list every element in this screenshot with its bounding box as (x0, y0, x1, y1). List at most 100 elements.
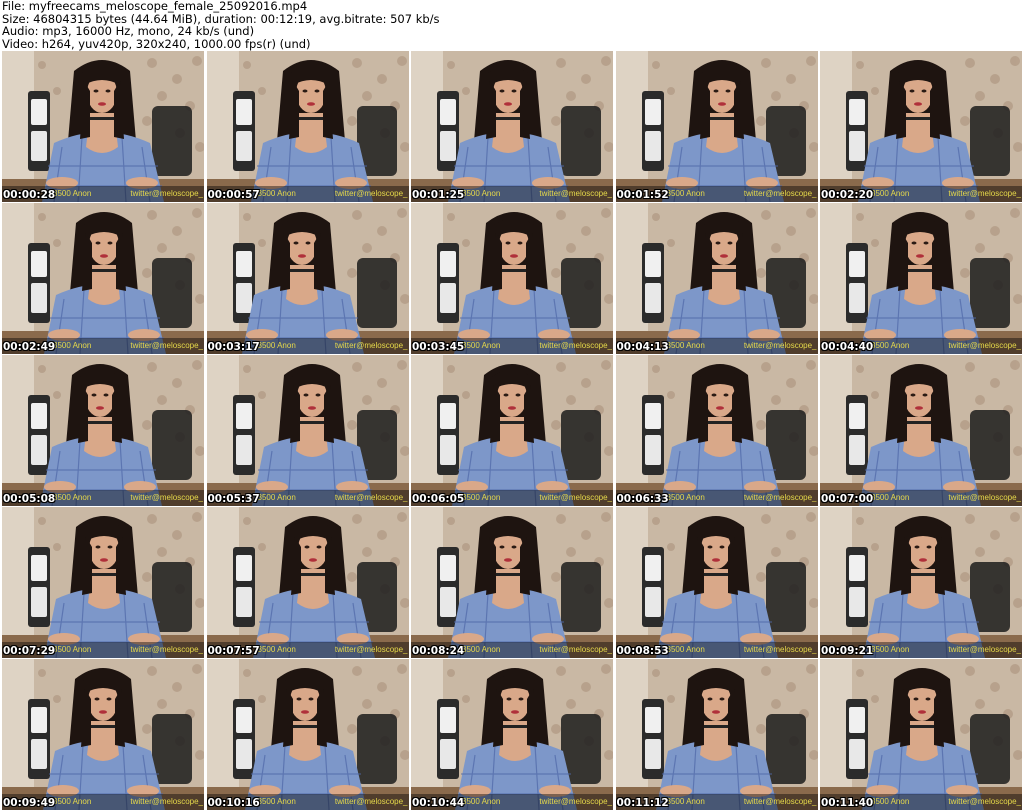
video-frame-image (615, 507, 818, 658)
viewer-count-text: 3500 Anon (53, 341, 92, 350)
viewer-count-text: 3500 Anon (871, 189, 910, 198)
watermark-text: twitter@meloscope_ (130, 797, 203, 806)
watermark-text: twitter@meloscope_ (539, 189, 612, 198)
video-thumbnail: 3500 Anon twitter@meloscope_ 00:08:53 (615, 507, 818, 658)
video-frame-image (411, 659, 613, 810)
video-frame-image (206, 659, 409, 810)
viewer-count-text: 3500 Anon (871, 493, 910, 502)
video-frame-image (820, 659, 1022, 810)
video-thumbnail: 3500 Anon twitter@meloscope_ 00:04:40 (820, 203, 1022, 354)
watermark-text: twitter@meloscope_ (743, 645, 817, 654)
video-thumbnail: 3500 Anon twitter@meloscope_ 00:00:57 (206, 51, 409, 202)
watermark-text: twitter@meloscope_ (948, 797, 1021, 806)
video-thumbnail: 3500 Anon twitter@meloscope_ 00:04:13 (615, 203, 818, 354)
viewer-count-text: 3500 Anon (666, 645, 705, 654)
viewer-count-text: 3500 Anon (53, 493, 92, 502)
watermark-text: twitter@meloscope_ (130, 341, 203, 350)
video-frame-image (2, 51, 204, 202)
video-frame-image (615, 203, 818, 354)
thumbnail-timestamp: 00:07:00 (821, 493, 874, 505)
video-frame-image (206, 203, 409, 354)
thumbnail-timestamp: 00:00:28 (3, 189, 56, 201)
thumbnail-timestamp: 00:11:40 (821, 797, 874, 809)
thumbnail-timestamp: 00:11:12 (616, 797, 669, 809)
viewer-count-text: 3500 Anon (462, 189, 501, 198)
video-frame-image (206, 51, 409, 202)
video-thumbnail: 3500 Anon twitter@meloscope_ 00:03:45 (411, 203, 613, 354)
viewer-count-text: 3500 Anon (462, 493, 501, 502)
video-frame-image (820, 51, 1022, 202)
video-thumbnail: 3500 Anon twitter@meloscope_ 00:11:12 (615, 659, 818, 810)
watermark-text: twitter@meloscope_ (743, 797, 817, 806)
thumbnail-timestamp: 00:04:40 (821, 341, 874, 353)
viewer-count-text: 3500 Anon (666, 797, 705, 806)
watermark-text: twitter@meloscope_ (539, 645, 612, 654)
video-frame-image (411, 507, 613, 658)
video-frame-image (820, 355, 1022, 506)
file-name-line: File: myfreecams_meloscope_female_250920… (2, 0, 308, 13)
thumbnail-timestamp: 00:08:24 (412, 645, 465, 657)
viewer-count-text: 3500 Anon (257, 645, 296, 654)
thumbnail-timestamp: 00:01:52 (616, 189, 669, 201)
watermark-text: twitter@meloscope_ (743, 493, 817, 502)
watermark-text: twitter@meloscope_ (539, 797, 612, 806)
viewer-count-text: 3500 Anon (53, 797, 92, 806)
thumbnail-timestamp: 00:09:21 (821, 645, 874, 657)
video-thumbnail: 3500 Anon twitter@meloscope_ 00:09:49 (2, 659, 204, 810)
thumbnail-timestamp: 00:02:49 (3, 341, 56, 353)
watermark-text: twitter@meloscope_ (334, 797, 408, 806)
thumbnail-grid: 3500 Anon twitter@meloscope_ 00:00:28 3500 … (2, 51, 1022, 811)
file-info-header: File: myfreecams_meloscope_female_250920… (2, 0, 1022, 50)
audio-info-line: Audio: mp3, 16000 Hz, mono, 24 kb/s (und… (2, 24, 255, 38)
thumbnail-timestamp: 00:04:13 (616, 341, 669, 353)
thumbnail-timestamp: 00:07:29 (3, 645, 56, 657)
viewer-count-text: 3500 Anon (53, 645, 92, 654)
video-frame-image (2, 355, 204, 506)
viewer-count-text: 3500 Anon (257, 493, 296, 502)
thumbnail-timestamp: 00:03:17 (207, 341, 260, 353)
viewer-count-text: 3500 Anon (666, 341, 705, 350)
video-thumbnail: 3500 Anon twitter@meloscope_ 00:09:21 (820, 507, 1022, 658)
video-frame-image (411, 51, 613, 202)
viewer-count-text: 3500 Anon (257, 797, 296, 806)
watermark-text: twitter@meloscope_ (130, 493, 203, 502)
video-thumbnail: 3500 Anon twitter@meloscope_ 00:06:33 (615, 355, 818, 506)
video-frame-image (411, 355, 613, 506)
viewer-count-text: 3500 Anon (462, 797, 501, 806)
thumbnail-timestamp: 00:10:16 (207, 797, 260, 809)
video-frame-image (820, 507, 1022, 658)
video-thumbnail: 3500 Anon twitter@meloscope_ 00:07:00 (820, 355, 1022, 506)
watermark-text: twitter@meloscope_ (743, 341, 817, 350)
thumbnail-timestamp: 00:09:49 (3, 797, 56, 809)
viewer-count-text: 3500 Anon (257, 189, 296, 198)
thumbnail-timestamp: 00:06:33 (616, 493, 669, 505)
thumbnail-timestamp: 00:05:37 (207, 493, 260, 505)
video-thumbnail: 3500 Anon twitter@meloscope_ 00:05:08 (2, 355, 204, 506)
video-thumbnail: 3500 Anon twitter@meloscope_ 00:10:16 (206, 659, 409, 810)
thumbnail-timestamp: 00:08:53 (616, 645, 669, 657)
video-thumbnail: 3500 Anon twitter@meloscope_ 00:02:20 (820, 51, 1022, 202)
watermark-text: twitter@meloscope_ (743, 189, 817, 198)
video-frame-image (615, 355, 818, 506)
viewer-count-text: 3500 Anon (462, 341, 501, 350)
video-thumbnail: 3500 Anon twitter@meloscope_ 00:10:44 (411, 659, 613, 810)
watermark-text: twitter@meloscope_ (948, 341, 1021, 350)
video-thumbnail: 3500 Anon twitter@meloscope_ 00:07:57 (206, 507, 409, 658)
video-frame-image (411, 203, 613, 354)
watermark-text: twitter@meloscope_ (539, 341, 612, 350)
watermark-text: twitter@meloscope_ (334, 645, 408, 654)
video-frame-image (2, 659, 204, 810)
video-thumbnail: 3500 Anon twitter@meloscope_ 00:00:28 (2, 51, 204, 202)
watermark-text: twitter@meloscope_ (334, 493, 408, 502)
video-frame-image (615, 51, 818, 202)
viewer-count-text: 3500 Anon (666, 493, 705, 502)
video-thumbnail: 3500 Anon twitter@meloscope_ 00:02:49 (2, 203, 204, 354)
watermark-text: twitter@meloscope_ (130, 645, 203, 654)
thumbnail-timestamp: 00:02:20 (821, 189, 874, 201)
watermark-text: twitter@meloscope_ (334, 341, 408, 350)
video-thumbnail: 3500 Anon twitter@meloscope_ 00:03:17 (206, 203, 409, 354)
thumbnail-timestamp: 00:00:57 (207, 189, 260, 201)
watermark-text: twitter@meloscope_ (948, 189, 1021, 198)
video-frame-image (820, 203, 1022, 354)
thumbnail-timestamp: 00:07:57 (207, 645, 260, 657)
